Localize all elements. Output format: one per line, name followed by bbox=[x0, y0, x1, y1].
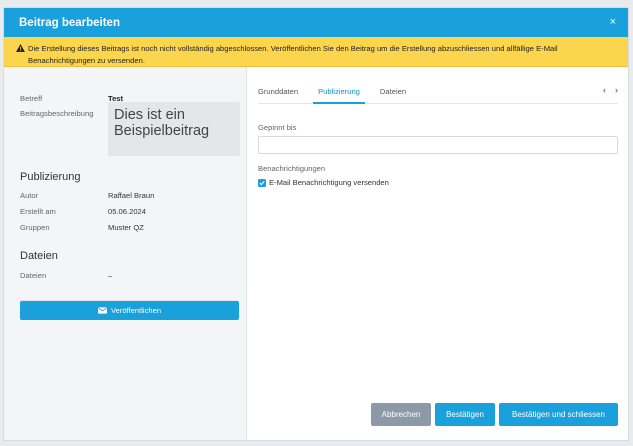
left-panel: Betreff Test Beitragsbeschreibung Dies i… bbox=[4, 67, 247, 440]
email-checkbox-label: E-Mail Benachrichtigung versenden bbox=[269, 178, 389, 187]
tab-bar: Grunddaten Publizierung Dateien ‹ › bbox=[258, 84, 618, 104]
publication-heading: Publizierung bbox=[20, 171, 81, 183]
publish-button[interactable]: Veröffentlichen bbox=[20, 301, 239, 320]
groups-value: Muster QZ bbox=[108, 223, 144, 232]
right-panel: Grunddaten Publizierung Dateien ‹ › Gepi… bbox=[248, 67, 628, 440]
pinned-until-label: Gepinnt bis bbox=[258, 123, 297, 132]
created-row: Erstellt am 05.06.2024 bbox=[20, 207, 146, 216]
tab-publizierung[interactable]: Publizierung bbox=[313, 84, 365, 104]
pinned-until-input[interactable] bbox=[258, 136, 618, 154]
warning-icon bbox=[16, 44, 25, 52]
groups-label: Gruppen bbox=[20, 223, 50, 232]
dialog-header: Beitrag bearbeiten × bbox=[4, 8, 628, 37]
tab-dateien[interactable]: Dateien bbox=[380, 84, 406, 103]
publish-button-label: Veröffentlichen bbox=[110, 306, 162, 315]
chevron-right-icon[interactable]: › bbox=[615, 85, 618, 95]
subject-label: Betreff bbox=[20, 94, 43, 103]
dialog-title: Beitrag bearbeiten bbox=[19, 16, 120, 29]
tab-grunddaten[interactable]: Grunddaten bbox=[258, 84, 298, 103]
warning-banner: Die Erstellung dieses Beitrags ist noch … bbox=[4, 37, 628, 67]
author-row: Autor Raffael Braun bbox=[20, 191, 154, 200]
footer-buttons: Abbrechen Bestätigen Bestätigen und schl… bbox=[371, 403, 618, 426]
author-value: Raffael Braun bbox=[108, 191, 155, 200]
files-label: Dateien bbox=[20, 271, 47, 280]
confirm-and-close-button[interactable]: Bestätigen und schliessen bbox=[499, 403, 618, 426]
created-value: 05.06.2024 bbox=[108, 207, 147, 216]
email-notification-checkbox[interactable]: E-Mail Benachrichtigung versenden bbox=[258, 178, 389, 187]
description-value: Dies ist ein Beispielbeitrag bbox=[108, 102, 240, 156]
groups-row: Gruppen Muster QZ bbox=[20, 223, 144, 232]
dialog-body: Betreff Test Beitragsbeschreibung Dies i… bbox=[4, 67, 628, 440]
close-icon[interactable]: × bbox=[610, 17, 616, 28]
author-label: Autor bbox=[20, 191, 39, 200]
envelope-icon bbox=[97, 307, 107, 314]
description-label: Beitragsbeschreibung bbox=[20, 109, 94, 118]
notifications-label: Benachrichtigungen bbox=[258, 164, 326, 173]
warning-text: Die Erstellung dieses Beitrags ist noch … bbox=[28, 44, 558, 65]
files-value: – bbox=[108, 271, 113, 280]
confirm-button[interactable]: Bestätigen bbox=[435, 403, 495, 426]
cancel-button[interactable]: Abbrechen bbox=[371, 403, 431, 426]
created-label: Erstellt am bbox=[20, 207, 56, 216]
checkbox-checked-icon bbox=[258, 178, 266, 187]
files-row: Dateien – bbox=[20, 271, 112, 280]
chevron-left-icon[interactable]: ‹ bbox=[603, 85, 606, 95]
files-heading: Dateien bbox=[20, 250, 58, 262]
tab-scroll-arrows: ‹ › bbox=[603, 85, 618, 95]
description-row: Beitragsbeschreibung bbox=[20, 109, 108, 118]
edit-post-dialog: Beitrag bearbeiten × Die Erstellung dies… bbox=[3, 7, 629, 441]
